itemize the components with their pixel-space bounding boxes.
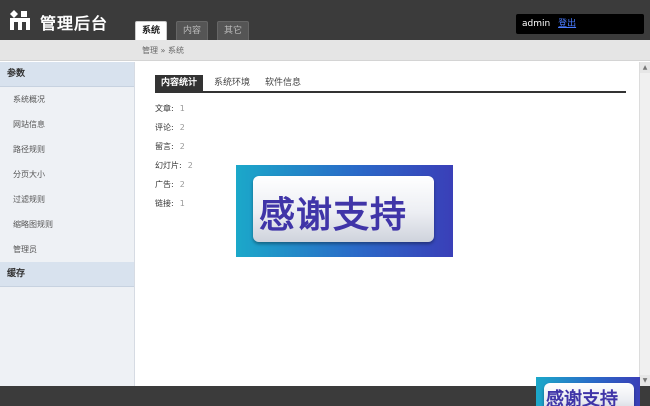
- sidebar-item-page-size[interactable]: 分页大小: [0, 162, 134, 187]
- stat-row: 幻灯片: 2: [155, 159, 193, 178]
- stat-value: 1: [179, 104, 185, 113]
- stat-row: 评论: 2: [155, 121, 193, 140]
- app-title: 管理后台: [40, 14, 109, 33]
- banner-text: 感谢支持: [546, 389, 618, 406]
- sidebar-item-thumbnail-rules[interactable]: 缩略图规则: [0, 212, 134, 237]
- thanks-banner-corner[interactable]: 感谢支持: [536, 377, 640, 406]
- tab-content[interactable]: 内容: [176, 21, 208, 40]
- stat-value: 2: [179, 180, 185, 189]
- sidebar-item-admins[interactable]: 管理员: [0, 237, 134, 262]
- breadcrumb-bar: 管理 » 系统: [0, 40, 650, 61]
- sidebar-item-site-info[interactable]: 网站信息: [0, 112, 134, 137]
- sidebar-item-filter-rules[interactable]: 过滤规则: [0, 187, 134, 212]
- tab-software-info[interactable]: 软件信息: [259, 75, 307, 91]
- tab-system-env[interactable]: 系统环境: [208, 75, 256, 91]
- sidebar-section-params[interactable]: 参数: [0, 62, 134, 87]
- vertical-scrollbar[interactable]: ▲ ▼: [639, 62, 650, 386]
- stat-label: 评论:: [155, 123, 174, 132]
- home-logo-icon: [10, 10, 30, 30]
- banner-text: 感谢支持: [259, 195, 408, 236]
- content-tabs: 内容统计 系统环境 软件信息: [155, 75, 626, 93]
- scroll-down-arrow-icon[interactable]: ▼: [640, 375, 650, 386]
- breadcrumb: 管理 » 系统: [142, 46, 184, 55]
- username-label: admin: [522, 19, 551, 29]
- stat-value: 2: [187, 161, 193, 170]
- sidebar-item-path-rules[interactable]: 路径规则: [0, 137, 134, 162]
- stat-value: 1: [179, 199, 185, 208]
- stat-label: 广告:: [155, 180, 174, 189]
- stat-value: 2: [179, 142, 185, 151]
- user-box: admin 登出: [516, 14, 644, 34]
- stat-row: 链接: 1: [155, 197, 193, 216]
- thanks-banner[interactable]: 感谢支持: [236, 165, 453, 257]
- stat-row: 留言: 2: [155, 140, 193, 159]
- stat-label: 留言:: [155, 142, 174, 151]
- tab-other[interactable]: 其它: [217, 21, 249, 40]
- stat-label: 幻灯片:: [155, 161, 182, 170]
- stat-row: 文章: 1: [155, 102, 193, 121]
- scroll-up-arrow-icon[interactable]: ▲: [640, 62, 650, 73]
- tab-content-stats[interactable]: 内容统计: [155, 75, 204, 91]
- stat-value: 2: [179, 123, 185, 132]
- top-header: 管理后台 系统 内容 其它 admin 登出: [0, 0, 650, 40]
- sidebar-item-system-overview[interactable]: 系统概况: [0, 87, 134, 112]
- logout-link[interactable]: 登出: [558, 19, 576, 29]
- tab-system[interactable]: 系统: [135, 21, 167, 40]
- stats-list: 文章: 1 评论: 2 留言: 2 幻灯片: 2 广告: 2 链接: 1: [155, 102, 193, 216]
- stat-label: 文章:: [155, 104, 174, 113]
- sidebar-section-cache[interactable]: 缓存: [0, 262, 134, 287]
- stat-label: 链接:: [155, 199, 174, 208]
- stat-row: 广告: 2: [155, 178, 193, 197]
- sidebar: 参数 系统概况 网站信息 路径规则 分页大小 过滤规则 缩略图规则 管理员 缓存: [0, 62, 135, 386]
